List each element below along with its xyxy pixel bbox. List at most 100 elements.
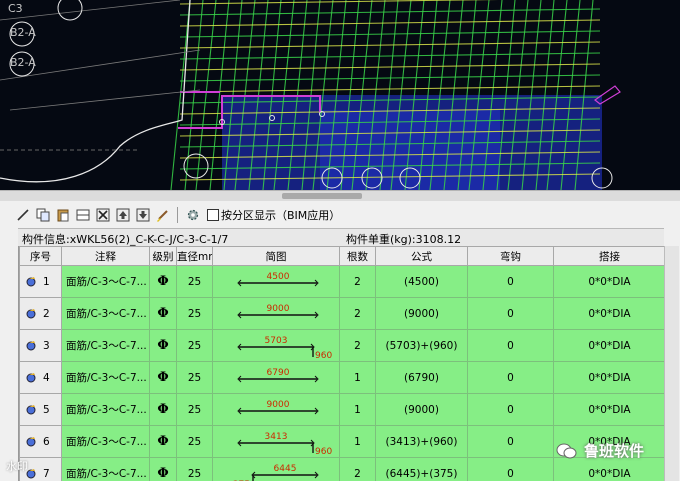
sketch-main-length: 6445 — [274, 464, 297, 474]
table-row[interactable]: 3 面筋/C-3～C-7... Φ 25 5703 960 2 (5703)+(960) 0 0*… — [19, 329, 665, 362]
copy-icon[interactable] — [34, 207, 51, 224]
grade-cell[interactable]: Φ — [149, 361, 177, 394]
diameter-cell[interactable]: 25 — [176, 361, 213, 394]
sketch-cell[interactable]: 6445375 — [212, 457, 340, 481]
move-down-icon[interactable] — [134, 207, 151, 224]
diameter-cell[interactable]: 25 — [176, 265, 213, 298]
grade-cell[interactable]: Φ — [149, 329, 177, 362]
formula-cell[interactable]: (9000) — [375, 393, 468, 426]
header-diameter[interactable]: 直径mm — [176, 246, 213, 266]
formula-cell[interactable]: (6790) — [375, 361, 468, 394]
table-row[interactable]: 1 面筋/C-3～C-7... Φ 25 4500 2 (4500) 0 0*0*DIA — [19, 265, 665, 298]
row-number-cell[interactable]: 4 — [19, 361, 62, 394]
count-cell[interactable]: 2 — [339, 457, 376, 481]
table-row[interactable]: 7 面筋/C-3～C-7... Φ 25 6445375 2(6445)+(375)00*… — [19, 457, 665, 481]
header-seq[interactable]: 序号 — [19, 246, 62, 266]
hook-cell[interactable]: 0 — [467, 425, 554, 458]
formula-cell[interactable]: (6445)+(375) — [375, 457, 468, 481]
lap-cell[interactable]: 0*0*DIA — [553, 361, 665, 394]
header-count[interactable]: 根数 — [339, 246, 376, 266]
note-cell[interactable]: 面筋/C-3～C-7... — [61, 457, 150, 481]
note-cell[interactable]: 面筋/C-3～C-7... — [61, 425, 150, 458]
count-cell[interactable]: 1 — [339, 425, 376, 458]
note-cell[interactable]: 面筋/C-3～C-7... — [61, 329, 150, 362]
brush-icon[interactable] — [154, 207, 171, 224]
diameter-cell[interactable]: 25 — [176, 457, 213, 481]
row-number-cell[interactable]: 2 — [19, 297, 62, 330]
sketch-cell[interactable]: 6790 — [212, 361, 340, 394]
row-edit-icon[interactable] — [26, 340, 37, 351]
row-edit-icon[interactable] — [26, 276, 37, 287]
row-number-cell[interactable]: 3 — [19, 329, 62, 362]
hook-cell[interactable]: 0 — [467, 457, 554, 481]
sketch-cell[interactable]: 3413 960 — [212, 425, 340, 458]
count-cell[interactable]: 1 — [339, 393, 376, 426]
sketch-cell[interactable]: 4500 — [212, 265, 340, 298]
diameter-cell[interactable]: 25 — [176, 425, 213, 458]
note-cell[interactable]: 面筋/C-3～C-7... — [61, 297, 150, 330]
row-number-cell[interactable]: 1 — [19, 265, 62, 298]
note-cell[interactable]: 面筋/C-3～C-7... — [61, 361, 150, 394]
gear-icon[interactable] — [184, 207, 201, 224]
pencil-icon[interactable] — [14, 207, 31, 224]
move-up-icon[interactable] — [114, 207, 131, 224]
paste-icon[interactable] — [54, 207, 71, 224]
row-number-cell[interactable]: 5 — [19, 393, 62, 426]
header-grade[interactable]: 级别 — [149, 246, 177, 266]
diameter-cell[interactable]: 25 — [176, 297, 213, 330]
zone-display-checkbox[interactable]: 按分区显示（BIM应用） — [207, 207, 340, 223]
lap-cell[interactable]: 0*0*DIA — [553, 457, 665, 481]
header-sketch[interactable]: 简图 — [212, 246, 340, 266]
lap-cell[interactable]: 0*0*DIA — [553, 265, 665, 298]
scroll-thumb[interactable] — [282, 193, 362, 199]
insert-icon[interactable] — [74, 207, 91, 224]
header-formula[interactable]: 公式 — [375, 246, 468, 266]
grade-cell[interactable]: Φ — [149, 425, 177, 458]
table-vertical-scrollbar[interactable] — [664, 246, 679, 481]
checkbox-box[interactable] — [207, 209, 219, 221]
grade-cell[interactable]: Φ — [149, 457, 177, 481]
steel-grade-symbol: Φ — [157, 338, 169, 353]
table-row[interactable]: 4 面筋/C-3～C-7... Φ 25 6790 1 (6790) 0 0*0*DIA — [19, 361, 665, 394]
row-number-cell[interactable]: 6 — [19, 425, 62, 458]
formula-cell[interactable]: (4500) — [375, 265, 468, 298]
delete-icon[interactable] — [94, 207, 111, 224]
row-edit-icon[interactable] — [26, 372, 37, 383]
header-note[interactable]: 注释 — [61, 246, 150, 266]
note-cell[interactable]: 面筋/C-3～C-7... — [61, 265, 150, 298]
cad-viewport[interactable]: C3 B2-A B2-A — [0, 0, 680, 190]
diameter-cell[interactable]: 25 — [176, 329, 213, 362]
hook-cell[interactable]: 0 — [467, 329, 554, 362]
watermark-left-text: 水印 — [6, 460, 28, 473]
count-cell[interactable]: 2 — [339, 265, 376, 298]
note-cell[interactable]: 面筋/C-3～C-7... — [61, 393, 150, 426]
grade-cell[interactable]: Φ — [149, 265, 177, 298]
grade-cell[interactable]: Φ — [149, 393, 177, 426]
hook-cell[interactable]: 0 — [467, 393, 554, 426]
formula-cell[interactable]: (9000) — [375, 297, 468, 330]
header-hook[interactable]: 弯钩 — [467, 246, 554, 266]
grade-cell[interactable]: Φ — [149, 297, 177, 330]
hook-cell[interactable]: 0 — [467, 297, 554, 330]
row-edit-icon[interactable] — [26, 436, 37, 447]
hook-cell[interactable]: 0 — [467, 361, 554, 394]
diameter-cell[interactable]: 25 — [176, 393, 213, 426]
formula-cell[interactable]: (5703)+(960) — [375, 329, 468, 362]
table-row[interactable]: 2 面筋/C-3～C-7... Φ 25 9000 2 (9000) 0 0*0*DIA — [19, 297, 665, 330]
sketch-cell[interactable]: 9000 — [212, 393, 340, 426]
lap-cell[interactable]: 0*0*DIA — [553, 393, 665, 426]
count-cell[interactable]: 2 — [339, 297, 376, 330]
lap-cell[interactable]: 0*0*DIA — [553, 329, 665, 362]
row-edit-icon[interactable] — [26, 404, 37, 415]
count-cell[interactable]: 2 — [339, 329, 376, 362]
count-cell[interactable]: 1 — [339, 361, 376, 394]
table-row[interactable]: 5 面筋/C-3～C-7... Φ 25 9000 1 (9000) 0 0*0*DIA — [19, 393, 665, 426]
formula-cell[interactable]: (3413)+(960) — [375, 425, 468, 458]
row-edit-icon[interactable] — [26, 308, 37, 319]
hook-cell[interactable]: 0 — [467, 265, 554, 298]
cad-horizontal-scrollbar[interactable] — [0, 190, 680, 201]
header-lap[interactable]: 搭接 — [553, 246, 665, 266]
sketch-cell[interactable]: 9000 — [212, 297, 340, 330]
lap-cell[interactable]: 0*0*DIA — [553, 297, 665, 330]
sketch-cell[interactable]: 5703 960 — [212, 329, 340, 362]
